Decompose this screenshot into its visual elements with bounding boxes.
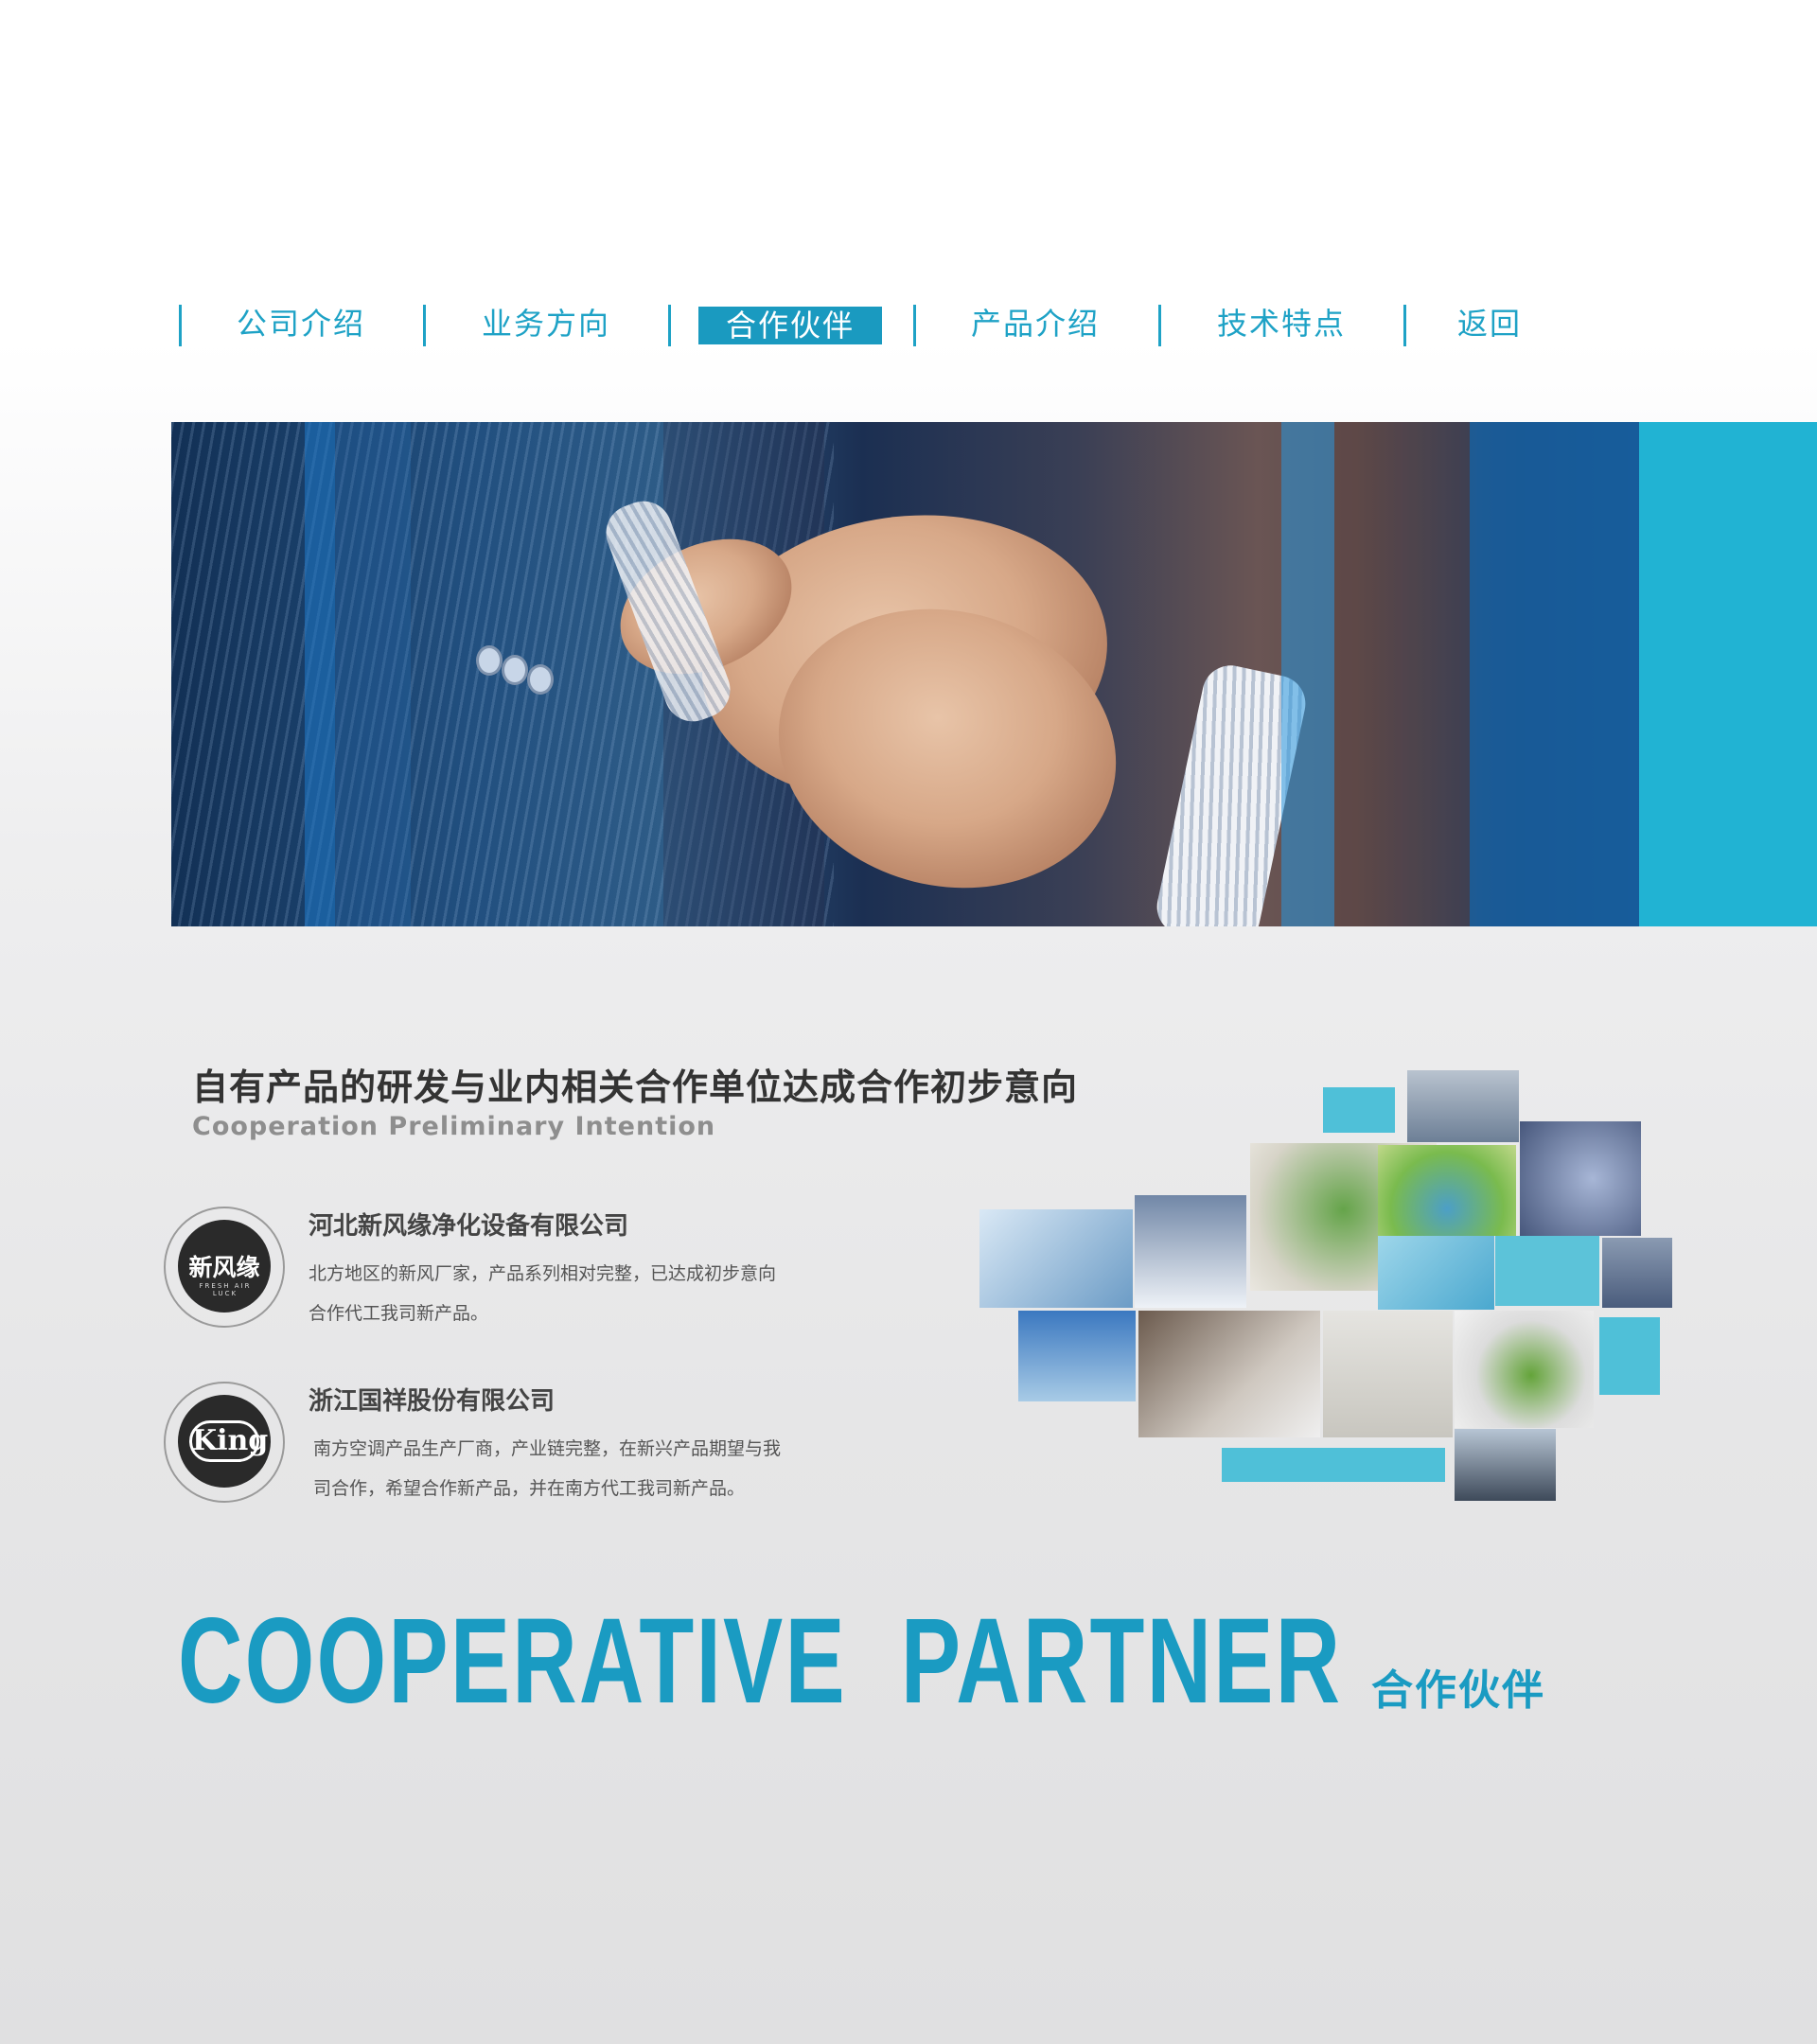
collage-block [1599, 1317, 1660, 1395]
section-title-en: Cooperation Preliminary Intention [192, 1112, 716, 1141]
partner-desc-line: 北方地区的新风厂家，产品系列相对完整，已达成初步意向 [309, 1263, 777, 1284]
partner-desc-line: 南方空调产品生产厂商，产业链完整，在新兴产品期望与我 [313, 1438, 782, 1459]
nav-item-company-intro[interactable]: 公司介绍 [211, 303, 391, 344]
partner-logo-xinfengyuan: 新风缘 FRESH AIR LUCK [164, 1207, 285, 1328]
logo-text: 新风缘 [188, 1254, 260, 1281]
partner-description: 南方空调产品生产厂商，产业链完整，在新兴产品期望与我 司合作，希望合作新产品，并… [313, 1429, 843, 1508]
nav-item-partners[interactable]: 合作伙伴 [698, 307, 882, 344]
partner-card: King 浙江国祥股份有限公司 南方空调产品生产厂商，产业链完整，在新兴产品期望… [164, 1382, 845, 1514]
building-photo [1602, 1238, 1672, 1308]
globe-arrows-photo [1455, 1311, 1594, 1428]
nav-divider [423, 305, 426, 346]
section-heading: 自有产品的研发与业内相关合作单位达成合作初步意向 Cooperation Pre… [192, 1058, 1078, 1141]
banner-band [1281, 422, 1334, 926]
nav-divider [913, 305, 916, 346]
banner-band [335, 422, 411, 926]
partner-desc-line: 合作代工我司新产品。 [309, 1303, 489, 1324]
nav-divider [1403, 305, 1406, 346]
partner-card: 新风缘 FRESH AIR LUCK 河北新风缘净化设备有限公司 北方地区的新风… [164, 1207, 845, 1339]
collage-block [1323, 1087, 1395, 1133]
logo-text: King [189, 1420, 268, 1462]
partner-name: 浙江国祥股份有限公司 [309, 1387, 556, 1416]
suit-button [502, 655, 528, 685]
partner-name: 河北新风缘净化设备有限公司 [309, 1212, 629, 1241]
nav-item-tech-features[interactable]: 技术特点 [1191, 303, 1371, 344]
green-globe-photo [1378, 1145, 1516, 1236]
logo-badge: 新风缘 FRESH AIR LUCK [178, 1220, 271, 1313]
partner-description: 北方地区的新风厂家，产品系列相对完整，已达成初步意向 合作代工我司新产品。 [309, 1254, 838, 1333]
cooperative-partner-title: COOPERATIVE PARTNER [178, 1594, 1343, 1729]
nav-divider [668, 305, 671, 346]
nav-divider [1158, 305, 1161, 346]
finance-photo [1520, 1121, 1641, 1236]
logo-badge: King [178, 1395, 271, 1488]
business-hands-photo [979, 1209, 1133, 1308]
banner-band [1334, 422, 1476, 926]
nav-item-business-direction[interactable]: 业务方向 [456, 303, 636, 344]
nav-item-back[interactable]: 返回 [1438, 303, 1542, 344]
eco-city-photo [1135, 1195, 1246, 1308]
partner-desc-line: 司合作，希望合作新产品，并在南方代工我司新产品。 [313, 1478, 746, 1499]
collage-block [1222, 1448, 1445, 1482]
city-chart-photo [1407, 1070, 1519, 1142]
handshake-banner-image [171, 422, 1817, 926]
sky-arrow-photo [1018, 1311, 1136, 1401]
banner-band [1470, 422, 1640, 926]
living-room-photo [1323, 1311, 1453, 1437]
logo-subtext: FRESH AIR LUCK [199, 1282, 252, 1297]
partner-logo-king: King [164, 1382, 285, 1503]
dna-photo [1378, 1236, 1494, 1310]
banner-band-solid [1639, 422, 1817, 926]
cooperative-partner-title-zh: 合作伙伴 [1371, 1666, 1545, 1715]
business-handshake-photo [1455, 1429, 1556, 1501]
banner-band [305, 422, 335, 926]
nav-item-products[interactable]: 产品介绍 [945, 303, 1125, 344]
meeting-photo [1138, 1311, 1320, 1437]
collage-block [1495, 1236, 1599, 1306]
suit-button [527, 664, 554, 695]
section-title-zh: 自有产品的研发与业内相关合作单位达成合作初步意向 [192, 1066, 1079, 1108]
nav-divider [179, 305, 182, 346]
main-nav: 公司介绍 业务方向 合作伙伴 产品介绍 技术特点 返回 [179, 303, 1542, 348]
suit-button [476, 645, 503, 676]
